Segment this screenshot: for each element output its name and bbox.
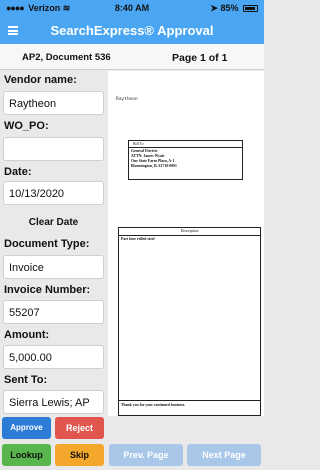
sent-to-label: Sent To:	[4, 374, 48, 386]
page-indicator: Page 1 of 1	[172, 52, 228, 64]
description-heading: Description	[119, 228, 260, 236]
reject-button[interactable]: Reject	[55, 417, 104, 439]
wo-po-label: WO_PO:	[4, 120, 49, 132]
amount-field[interactable]: 5,000.00	[3, 345, 104, 369]
invoice-number-label: Invoice Number:	[4, 284, 91, 296]
description-footer: Thank you for your continued business.	[119, 400, 260, 407]
date-label: Date:	[4, 166, 32, 178]
wo-po-field[interactable]	[3, 137, 104, 161]
skip-button[interactable]: Skip	[55, 444, 104, 466]
document-header-text: Raytheon	[116, 97, 138, 102]
document-type-label: Document Type:	[4, 238, 90, 250]
vendor-label: Vendor name:	[4, 74, 77, 86]
battery-label: 85%	[220, 3, 239, 13]
document-viewer[interactable]: Raytheon Bill To General Electric ATTN: …	[108, 71, 264, 416]
document-info-bar: AP2, Document 536 Page 1 of 1	[0, 44, 264, 70]
prev-page-button[interactable]: Prev. Page	[109, 444, 183, 466]
bill-to-line: Bloomington, IL 61710-0001	[131, 164, 177, 168]
document-id: AP2, Document 536	[22, 52, 111, 63]
bill-to-box: Bill To General Electric ATTN: James Wya…	[128, 140, 243, 180]
battery-indicator: ➤ 85%	[210, 3, 258, 14]
sent-to-field[interactable]: Sierra Lewis; AP	[3, 390, 104, 414]
vendor-field[interactable]: Raytheon	[3, 91, 104, 115]
document-type-field[interactable]: Invoice	[3, 255, 104, 279]
amount-label: Amount:	[4, 329, 50, 341]
bill-to-heading: Bill To	[129, 141, 242, 148]
description-table: Description Part four rolled steel Thank…	[118, 227, 261, 416]
invoice-number-field[interactable]: 55207	[3, 300, 104, 324]
app-title: SearchExpress® Approval	[50, 23, 214, 38]
next-page-button[interactable]: Next Page	[187, 444, 261, 466]
clear-date-button[interactable]: Clear Date	[3, 214, 104, 232]
lookup-button[interactable]: Lookup	[2, 444, 51, 466]
app-header: SearchExpress® Approval	[0, 17, 264, 44]
status-bar: ●●●● Verizon ≋ 8:40 AM ➤ 85%	[0, 0, 264, 17]
description-row: Part four rolled steel	[121, 237, 155, 241]
approve-button[interactable]: Approve	[2, 417, 51, 439]
location-icon: ➤	[210, 3, 218, 13]
index-form: Vendor name: Raytheon WO_PO: Date: 10/13…	[0, 71, 108, 416]
battery-icon	[243, 5, 258, 12]
date-field[interactable]: 10/13/2020	[3, 181, 104, 205]
